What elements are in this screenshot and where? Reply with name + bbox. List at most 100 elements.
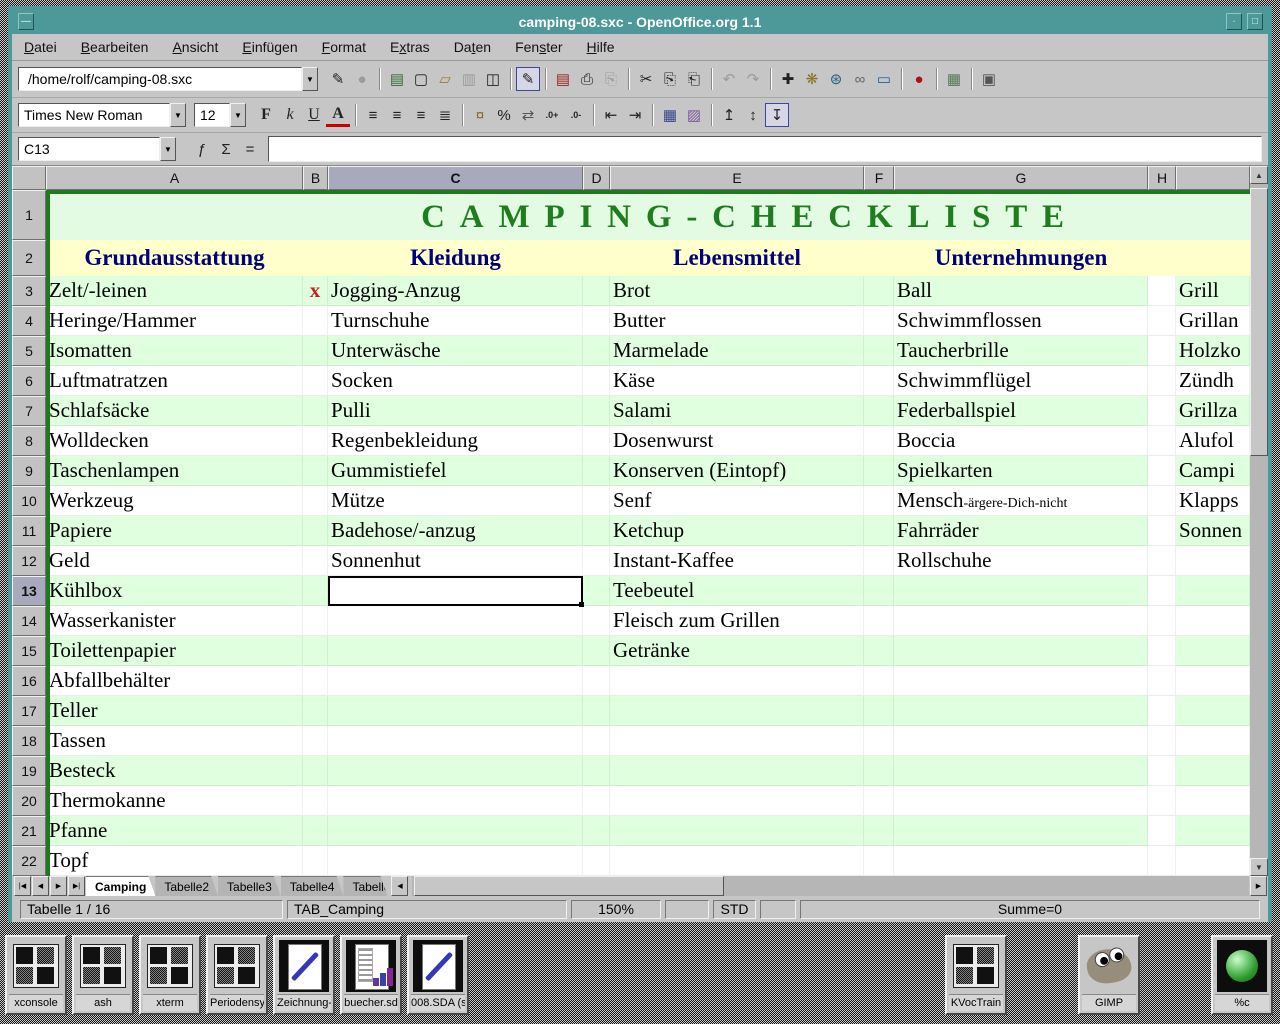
- cell-G3[interactable]: Ball: [894, 276, 1148, 306]
- menu-bearbeiten[interactable]: Bearbeiten: [81, 39, 149, 55]
- align-bottom-icon[interactable]: ↧: [765, 103, 789, 127]
- cell-I11[interactable]: Sonnen: [1176, 516, 1250, 546]
- cell-D4[interactable]: [583, 306, 610, 336]
- menu-daten[interactable]: Daten: [454, 39, 491, 55]
- function-autopilot-icon[interactable]: ƒ: [190, 137, 214, 161]
- cell-I20[interactable]: [1176, 786, 1250, 816]
- cell-E22[interactable]: [610, 846, 864, 876]
- stop-loading-icon[interactable]: ●: [350, 67, 374, 91]
- cell-D18[interactable]: [583, 726, 610, 756]
- cell-A13[interactable]: Kühlbox: [46, 576, 303, 606]
- delete-decimal-icon[interactable]: .0-: [564, 103, 588, 127]
- cell-E14[interactable]: Fleisch zum Grillen: [610, 606, 864, 636]
- stylist-icon[interactable]: ❋: [800, 67, 824, 91]
- cell-B17[interactable]: [303, 696, 328, 726]
- cell-H15[interactable]: [1148, 636, 1176, 666]
- cell-reference-value[interactable]: C13: [18, 137, 160, 161]
- bold-icon[interactable]: F: [254, 103, 278, 127]
- cell-I5[interactable]: Holzko: [1176, 336, 1250, 366]
- menu-einfügen[interactable]: Einfügen: [242, 39, 297, 55]
- row-header-12[interactable]: 12: [12, 546, 46, 576]
- cell-D11[interactable]: [583, 516, 610, 546]
- increase-indent-icon[interactable]: ⇥: [623, 103, 647, 127]
- align-right-icon[interactable]: ≡: [409, 103, 433, 127]
- cell-E16[interactable]: [610, 666, 864, 696]
- cell-D12[interactable]: [583, 546, 610, 576]
- cell-I12[interactable]: [1176, 546, 1250, 576]
- cell-E6[interactable]: Käse: [610, 366, 864, 396]
- cell-B8[interactable]: [303, 426, 328, 456]
- italic-icon[interactable]: k: [278, 103, 302, 127]
- cell-F15[interactable]: [864, 636, 894, 666]
- scroll-up-icon[interactable]: ▲: [1250, 166, 1268, 184]
- cell-E11[interactable]: Ketchup: [610, 516, 864, 546]
- menu-fenster[interactable]: Fenster: [515, 39, 562, 55]
- row-header-18[interactable]: 18: [12, 726, 46, 756]
- cell-A16[interactable]: Abfallbehälter: [46, 666, 303, 696]
- cell-E20[interactable]: [610, 786, 864, 816]
- cell-F13[interactable]: [864, 576, 894, 606]
- cell-C4[interactable]: Turnschuhe: [328, 306, 583, 336]
- cell-B5[interactable]: [303, 336, 328, 366]
- cell-G10[interactable]: Mensch-ärgere-Dich-nicht: [894, 486, 1148, 516]
- cell-E19[interactable]: [610, 756, 864, 786]
- cell-D9[interactable]: [583, 456, 610, 486]
- cell-G7[interactable]: Federballspiel: [894, 396, 1148, 426]
- taskbar-icon-kvoctrain[interactable]: KVocTrain: [945, 935, 1007, 1015]
- cell-G22[interactable]: [894, 846, 1148, 876]
- cell-C8[interactable]: Regenbekleidung: [328, 426, 583, 456]
- underline-icon[interactable]: U: [302, 103, 326, 127]
- cell-G18[interactable]: [894, 726, 1148, 756]
- cell-I14[interactable]: [1176, 606, 1250, 636]
- cell-F14[interactable]: [864, 606, 894, 636]
- cell-F12[interactable]: [864, 546, 894, 576]
- sheet-tab-tabelle2[interactable]: Tabelle2: [155, 876, 218, 896]
- cell-E10[interactable]: Senf: [610, 486, 864, 516]
- cell-C10[interactable]: Mütze: [328, 486, 583, 516]
- cell-D16[interactable]: [583, 666, 610, 696]
- cell-C12[interactable]: Sonnenhut: [328, 546, 583, 576]
- row-header-13[interactable]: 13: [12, 576, 46, 606]
- formula-input-field[interactable]: [269, 137, 1261, 159]
- sheet-tab-camping[interactable]: Camping: [86, 876, 155, 896]
- menu-datei[interactable]: Datei: [24, 39, 57, 55]
- row-header-16[interactable]: 16: [12, 666, 46, 696]
- cell-G16[interactable]: [894, 666, 1148, 696]
- cell-D8[interactable]: [583, 426, 610, 456]
- hyperlink-icon[interactable]: ⊛: [824, 67, 848, 91]
- cell-I19[interactable]: [1176, 756, 1250, 786]
- align-justify-icon[interactable]: ≣: [433, 103, 457, 127]
- selected-cell[interactable]: [328, 576, 583, 606]
- currency-format-icon[interactable]: ¤: [468, 103, 492, 127]
- cell-B15[interactable]: [303, 636, 328, 666]
- sheet-tab-tabelle3[interactable]: Tabelle3: [218, 876, 281, 896]
- cell-E21[interactable]: [610, 816, 864, 846]
- cell-I8[interactable]: Alufol: [1176, 426, 1250, 456]
- column-header-C[interactable]: C: [328, 166, 583, 190]
- cell-H17[interactable]: [1148, 696, 1176, 726]
- cell-E12[interactable]: Instant-Kaffee: [610, 546, 864, 576]
- font-color-icon[interactable]: A: [326, 103, 350, 127]
- page-preview-icon[interactable]: ⎘: [599, 67, 623, 91]
- cell-H14[interactable]: [1148, 606, 1176, 636]
- column-header-A[interactable]: A: [46, 166, 303, 190]
- briefcase-icon[interactable]: ▣: [977, 67, 1001, 91]
- cell-D10[interactable]: [583, 486, 610, 516]
- align-left-icon[interactable]: ≡: [361, 103, 385, 127]
- cell-F7[interactable]: [864, 396, 894, 426]
- font-size-combo[interactable]: 12 ▼: [194, 103, 246, 127]
- formula-input[interactable]: [268, 136, 1262, 162]
- row-header-2[interactable]: 2: [12, 240, 46, 276]
- row-header-15[interactable]: 15: [12, 636, 46, 666]
- cell-E17[interactable]: [610, 696, 864, 726]
- font-name-dropdown-icon[interactable]: ▼: [170, 103, 186, 127]
- cell-F6[interactable]: [864, 366, 894, 396]
- cell-B22[interactable]: [303, 846, 328, 876]
- cell-B14[interactable]: [303, 606, 328, 636]
- cell-C3[interactable]: Jogging-Anzug: [328, 276, 583, 306]
- cell-B16[interactable]: [303, 666, 328, 696]
- column-header-B[interactable]: B: [303, 166, 328, 190]
- cell-B19[interactable]: [303, 756, 328, 786]
- taskbar-icon--c[interactable]: %c: [1211, 935, 1273, 1015]
- menu-ansicht[interactable]: Ansicht: [172, 39, 218, 55]
